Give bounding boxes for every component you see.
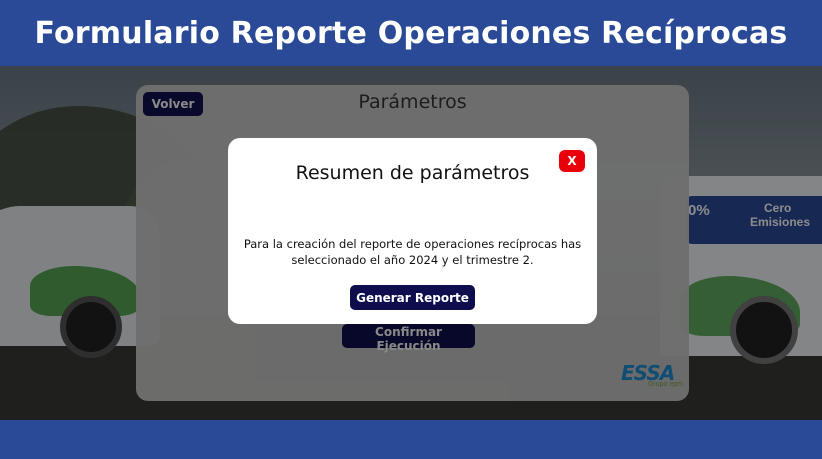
generate-report-button[interactable]: Generar Reporte [350,285,475,310]
modal-body-text: Para la creación del reporte de operacio… [243,237,582,267]
app-header: Formulario Reporte Operaciones Recíproca… [0,0,822,66]
page-title: Formulario Reporte Operaciones Recíproca… [34,15,788,51]
app-footer [0,420,822,459]
close-button[interactable]: X [559,150,585,172]
summary-modal: Resumen de parámetros X Para la creación… [228,138,597,324]
modal-title: Resumen de parámetros [295,162,530,184]
